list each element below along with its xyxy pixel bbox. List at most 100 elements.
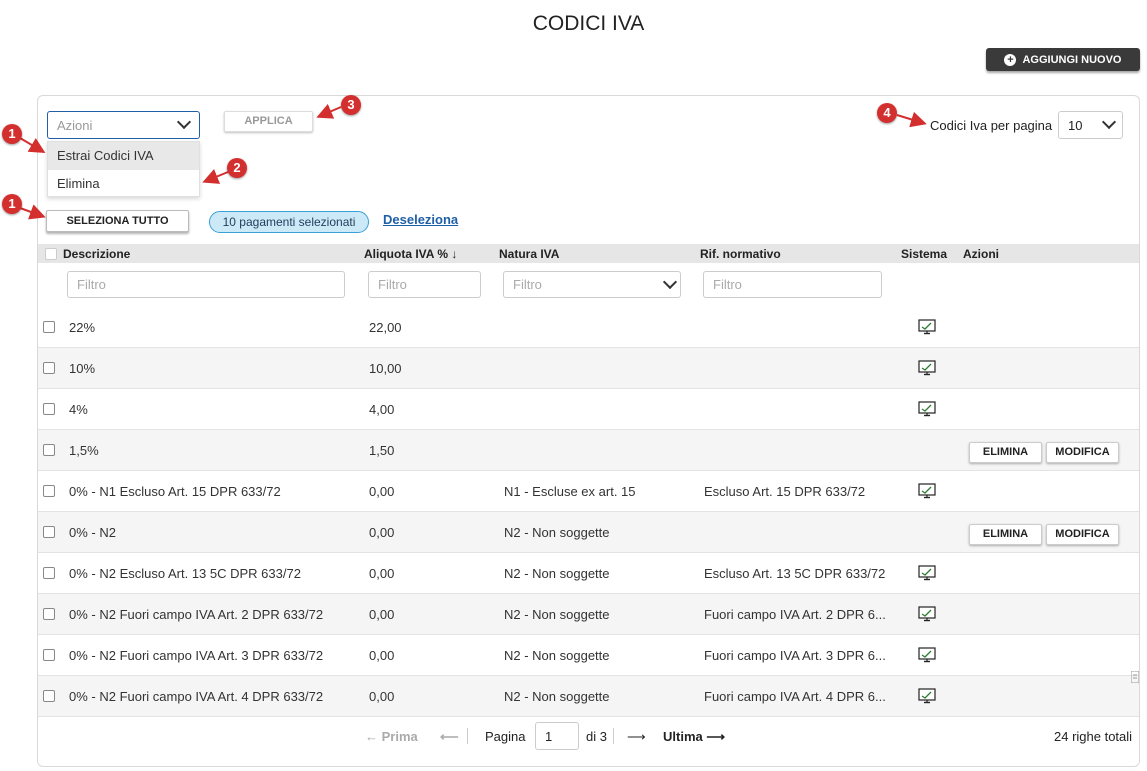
cell-natura: N2 - Non soggette	[504, 648, 610, 663]
table-body: 22% 22,00 10% 10,00 4% 4,00 1,5% 1,50 ELIMINA MOD…	[38, 307, 1139, 717]
prev-page-icon[interactable]: ⟵	[440, 729, 459, 745]
select-all-button[interactable]: SELEZIONA TUTTO	[46, 210, 189, 232]
table-row[interactable]: 0% - N2 0,00 N2 - Non soggette ELIMINA MODIF…	[38, 512, 1139, 553]
table-row[interactable]: 0% - N1 Escluso Art. 15 DPR 633/72 0,00 N1…	[38, 471, 1139, 512]
cell-rif: Fuori campo IVA Art. 3 DPR 6...	[704, 648, 886, 663]
cell-natura: N1 - Escluse ex art. 15	[504, 484, 636, 499]
cell-rif: Fuori campo IVA Art. 4 DPR 6...	[704, 689, 886, 704]
cell-descrizione: 0% - N2	[69, 525, 116, 540]
dropdown-option-delete[interactable]: Elimina	[48, 170, 199, 198]
cell-descrizione: 22%	[69, 320, 96, 335]
row-edit-button[interactable]: MODIFICA	[1046, 524, 1119, 545]
cell-aliquota: 0,00	[369, 689, 395, 704]
row-checkbox[interactable]	[43, 403, 55, 415]
select-all-checkbox[interactable]	[45, 248, 57, 260]
column-header-natura[interactable]: Natura IVA	[499, 247, 559, 261]
annotation-marker: 3	[341, 95, 361, 115]
page-number-input[interactable]: 1	[535, 722, 579, 750]
annotation-marker: 1	[2, 194, 22, 214]
chevron-down-icon	[1101, 114, 1117, 130]
cell-aliquota: 0,00	[369, 607, 395, 622]
page-title: CODICI IVA	[532, 12, 645, 35]
column-header-sistema[interactable]: Sistema	[901, 247, 947, 261]
cell-natura: N2 - Non soggette	[504, 607, 610, 622]
sort-arrow-icon: ↓	[451, 247, 458, 261]
cell-descrizione: 0% - N2 Fuori campo IVA Art. 2 DPR 633/7…	[69, 607, 324, 622]
cell-descrizione: 0% - N2 Escluso Art. 13 5C DPR 633/72	[69, 566, 301, 581]
first-page-link[interactable]: ← Prima	[365, 729, 418, 744]
row-checkbox[interactable]	[43, 485, 55, 497]
row-checkbox[interactable]	[43, 526, 55, 538]
cell-natura: N2 - Non soggette	[504, 525, 610, 540]
row-checkbox[interactable]	[43, 690, 55, 702]
table-row[interactable]: 0% - N2 Fuori campo IVA Art. 2 DPR 633/7…	[38, 594, 1139, 635]
row-checkbox[interactable]	[43, 649, 55, 661]
add-new-button[interactable]: + AGGIUNGI NUOVO	[986, 48, 1140, 71]
chevron-down-icon	[662, 274, 678, 290]
filter-row: Filtro Filtro Filtro Filtro	[38, 263, 1139, 307]
table-row[interactable]: 0% - N2 Fuori campo IVA Art. 3 DPR 633/7…	[38, 635, 1139, 676]
table-row[interactable]: 22% 22,00	[38, 307, 1139, 348]
column-header-descrizione[interactable]: Descrizione	[63, 247, 130, 261]
row-edit-button[interactable]: MODIFICA	[1046, 442, 1119, 463]
scroll-handle-icon[interactable]	[1131, 671, 1139, 683]
column-header-azioni: Azioni	[963, 247, 999, 261]
per-page-select[interactable]: 10	[1058, 111, 1123, 139]
cell-aliquota: 1,50	[369, 443, 395, 458]
cell-natura: N2 - Non soggette	[504, 566, 610, 581]
system-monitor-icon	[918, 360, 936, 376]
column-header-aliquota[interactable]: Aliquota IVA % ↓	[364, 247, 457, 261]
cell-rif: Fuori campo IVA Art. 2 DPR 6...	[704, 607, 886, 622]
row-checkbox[interactable]	[43, 362, 55, 374]
pager-divider	[467, 728, 468, 744]
filter-rif[interactable]: Filtro	[703, 271, 882, 298]
actions-select[interactable]: Azioni	[47, 111, 200, 139]
deselect-link[interactable]: Deseleziona	[383, 212, 458, 227]
total-rows-label: 24 righe totali	[1054, 729, 1133, 744]
row-checkbox[interactable]	[43, 321, 55, 333]
cell-rif: Escluso Art. 15 DPR 633/72	[704, 484, 866, 499]
table-row[interactable]: 4% 4,00	[38, 389, 1139, 430]
cell-aliquota: 22,00	[369, 320, 402, 335]
system-monitor-icon	[918, 565, 936, 581]
system-monitor-icon	[918, 647, 936, 663]
cell-aliquota: 10,00	[369, 361, 402, 376]
column-header-rif[interactable]: Rif. normativo	[700, 247, 781, 261]
table-header: Descrizione Aliquota IVA % ↓ Natura IVA …	[38, 244, 1139, 263]
selected-count-badge: 10 pagamenti selezionati	[209, 211, 369, 233]
cell-descrizione: 0% - N1 Escluso Art. 15 DPR 633/72	[69, 484, 281, 499]
table-row[interactable]: 1,5% 1,50 ELIMINA MODIFICA	[38, 430, 1139, 471]
next-page-icon[interactable]: ⟶	[627, 729, 646, 745]
column-header-aliquota-label: Aliquota IVA %	[364, 247, 448, 261]
cell-aliquota: 0,00	[369, 648, 395, 663]
per-page-value: 10	[1068, 118, 1083, 133]
system-monitor-icon	[918, 319, 936, 335]
row-checkbox[interactable]	[43, 608, 55, 620]
filter-natura[interactable]: Filtro	[503, 271, 681, 298]
dropdown-option-export[interactable]: Estrai Codici IVA	[48, 142, 199, 170]
cell-descrizione: 1,5%	[69, 443, 99, 458]
filter-descrizione[interactable]: Filtro	[67, 271, 345, 298]
actions-dropdown: Estrai Codici IVA Elimina	[47, 141, 200, 197]
pagination: ← Prima ⟵ Pagina 1 di 3 ⟶ Ultima ⟶ 24 ri…	[38, 716, 1139, 756]
cell-aliquota: 0,00	[369, 484, 395, 499]
row-delete-button[interactable]: ELIMINA	[969, 442, 1042, 463]
apply-button[interactable]: APPLICA	[224, 111, 313, 132]
row-checkbox[interactable]	[43, 444, 55, 456]
last-page-link[interactable]: Ultima ⟶	[663, 729, 725, 745]
page-label: Pagina	[485, 729, 526, 744]
annotation-marker: 2	[227, 158, 247, 178]
filter-natura-placeholder: Filtro	[513, 277, 542, 292]
cell-descrizione: 10%	[69, 361, 96, 376]
table-row[interactable]: 0% - N2 Fuori campo IVA Art. 4 DPR 633/7…	[38, 676, 1139, 717]
row-delete-button[interactable]: ELIMINA	[969, 524, 1042, 545]
chevron-down-icon	[176, 114, 192, 130]
table-row[interactable]: 0% - N2 Escluso Art. 13 5C DPR 633/72 0,0…	[38, 553, 1139, 594]
cell-descrizione: 4%	[69, 402, 88, 417]
cell-descrizione: 0% - N2 Fuori campo IVA Art. 3 DPR 633/7…	[69, 648, 324, 663]
cell-natura: N2 - Non soggette	[504, 689, 610, 704]
filter-aliquota[interactable]: Filtro	[368, 271, 481, 298]
table-row[interactable]: 10% 10,00	[38, 348, 1139, 389]
plus-icon: +	[1004, 53, 1017, 66]
row-checkbox[interactable]	[43, 567, 55, 579]
